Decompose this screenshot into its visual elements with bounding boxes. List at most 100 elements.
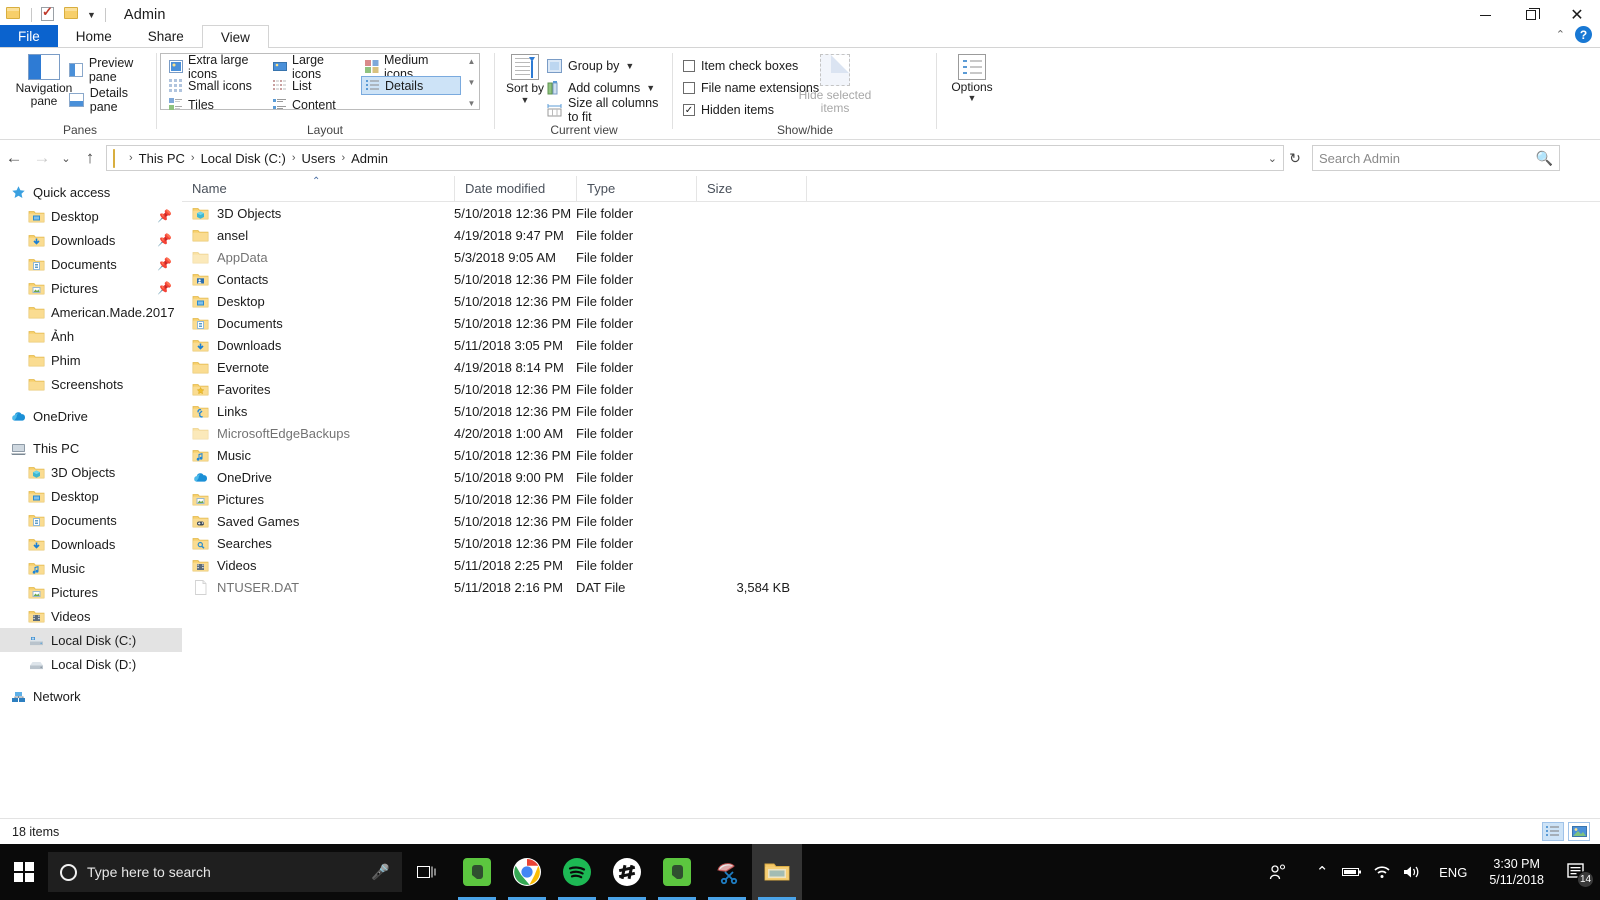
pin-icon[interactable]: 📌	[157, 257, 172, 271]
item-check-boxes-checkbox[interactable]: Item check boxes	[680, 56, 801, 76]
sidebar-item-desktop[interactable]: Desktop	[0, 484, 182, 508]
sidebar-item-videos[interactable]: Videos	[0, 604, 182, 628]
action-center-button[interactable]: 14	[1554, 844, 1600, 900]
tab-home[interactable]: Home	[58, 25, 130, 48]
tab-file[interactable]: File	[0, 25, 58, 48]
sidebar-item-screenshots[interactable]: Screenshots	[0, 372, 182, 396]
table-row[interactable]: Documents 5/10/2018 12:36 PM File folder	[182, 312, 1600, 334]
layout-tiles[interactable]: Tiles	[165, 95, 265, 114]
column-header-type[interactable]: Type	[576, 175, 696, 202]
search-icon[interactable]: 🔍	[1536, 150, 1553, 167]
sidebar-item-american-made-2017-m[interactable]: American.Made.2017.m	[0, 300, 182, 324]
layout-medium-icons[interactable]: Medium icons	[361, 53, 461, 81]
table-row[interactable]: MicrosoftEdgeBackups 4/20/2018 1:00 AM F…	[182, 422, 1600, 444]
battery-icon[interactable]	[1337, 844, 1367, 900]
table-row[interactable]: Links 5/10/2018 12:36 PM File folder	[182, 400, 1600, 422]
unity-hub-taskbar-icon[interactable]	[602, 844, 652, 900]
sort-by-button[interactable]: Sort by ▼	[502, 54, 548, 105]
breadcrumb-local-disk-c[interactable]: Local Disk (C:)	[196, 151, 291, 166]
column-header-name[interactable]: Name ⌃	[182, 176, 454, 202]
sidebar-item-phim[interactable]: Phim	[0, 348, 182, 372]
layout-content[interactable]: Content	[269, 95, 361, 114]
table-row[interactable]: Saved Games 5/10/2018 12:36 PM File fold…	[182, 510, 1600, 532]
table-row[interactable]: Searches 5/10/2018 12:36 PM File folder	[182, 532, 1600, 554]
sidebar-item-network[interactable]: Network	[0, 684, 182, 708]
sidebar-item-downloads[interactable]: Downloads	[0, 532, 182, 556]
gallery-scroll-down-icon[interactable]: ▼	[468, 78, 476, 87]
recent-locations-button[interactable]: ⌄	[56, 144, 76, 172]
sidebar-item-local-disk-c[interactable]: Local Disk (C:)	[0, 628, 182, 652]
preview-pane-button[interactable]: Preview pane	[66, 56, 156, 84]
details-view-button[interactable]	[1542, 822, 1564, 841]
wifi-icon[interactable]	[1367, 844, 1397, 900]
start-button[interactable]	[0, 844, 48, 900]
help-icon[interactable]: ?	[1575, 26, 1592, 43]
gallery-expand-icon[interactable]: ▼	[468, 99, 476, 108]
table-row[interactable]: 3D Objects 5/10/2018 12:36 PM File folde…	[182, 202, 1600, 224]
table-row[interactable]: Videos 5/11/2018 2:25 PM File folder	[182, 554, 1600, 576]
pin-icon[interactable]: 📌	[157, 233, 172, 247]
sidebar-item-nh[interactable]: Ảnh	[0, 324, 182, 348]
details-pane-button[interactable]: Details pane	[66, 86, 156, 114]
evernote-window-taskbar-icon[interactable]	[652, 844, 702, 900]
chrome-taskbar-icon[interactable]	[502, 844, 552, 900]
sidebar-item-music[interactable]: Music	[0, 556, 182, 580]
table-row[interactable]: NTUSER.DAT 5/11/2018 2:16 PM DAT File 3,…	[182, 576, 1600, 598]
task-view-button[interactable]	[402, 844, 452, 900]
search-box[interactable]: 🔍	[1312, 145, 1560, 171]
column-header-size[interactable]: Size	[696, 175, 806, 202]
table-row[interactable]: AppData 5/3/2018 9:05 AM File folder	[182, 246, 1600, 268]
layout-list[interactable]: List	[269, 76, 357, 95]
sidebar-item-3d-objects[interactable]: 3D Objects	[0, 460, 182, 484]
column-header-date-modified[interactable]: Date modified	[454, 175, 576, 202]
forward-button[interactable]: →	[28, 144, 56, 172]
table-row[interactable]: OneDrive 5/10/2018 9:00 PM File folder	[182, 466, 1600, 488]
microphone-icon[interactable]: 🎤	[371, 863, 390, 881]
show-hidden-icons-chevron[interactable]: ⌃	[1307, 844, 1337, 900]
people-icon[interactable]	[1263, 844, 1293, 900]
sidebar-item-downloads[interactable]: Downloads 📌	[0, 228, 182, 252]
collapse-ribbon-chevron-icon[interactable]: ⌃	[1556, 28, 1565, 41]
evernote-taskbar-icon[interactable]	[452, 844, 502, 900]
new-folder-icon[interactable]	[64, 7, 80, 23]
sidebar-item-documents[interactable]: Documents 📌	[0, 252, 182, 276]
large-icons-view-button[interactable]	[1568, 822, 1590, 841]
table-row[interactable]: Music 5/10/2018 12:36 PM File folder	[182, 444, 1600, 466]
up-button[interactable]: ↑	[76, 144, 104, 172]
breadcrumb-this-pc[interactable]: This PC	[134, 151, 190, 166]
pin-icon[interactable]: 📌	[157, 281, 172, 295]
table-row[interactable]: Pictures 5/10/2018 12:36 PM File folder	[182, 488, 1600, 510]
layout-extra-large-icons[interactable]: Extra large icons	[165, 53, 265, 81]
gallery-scroll-up-icon[interactable]: ▲	[468, 57, 476, 66]
table-row[interactable]: ansel 4/19/2018 9:47 PM File folder	[182, 224, 1600, 246]
gallery-scroll[interactable]: ▲ ▼ ▼	[465, 55, 478, 110]
sidebar-item-this-pc[interactable]: This PC	[0, 436, 182, 460]
taskbar-search-box[interactable]: Type here to search 🎤	[48, 852, 402, 892]
layout-details[interactable]: Details	[361, 76, 461, 95]
language-indicator[interactable]: ENG	[1427, 865, 1479, 880]
add-columns-button[interactable]: Add columns ▼	[544, 78, 658, 98]
hidden-items-checkbox[interactable]: ✓ Hidden items	[680, 100, 777, 120]
back-button[interactable]: ←	[0, 144, 28, 172]
customize-chevron-icon[interactable]: ▼	[87, 10, 96, 20]
search-input[interactable]	[1319, 150, 1536, 166]
group-by-button[interactable]: Group by ▼	[544, 56, 637, 76]
snipping-tool-taskbar-icon[interactable]	[702, 844, 752, 900]
layout-large-icons[interactable]: Large icons	[269, 53, 357, 81]
breadcrumb-users[interactable]: Users	[297, 151, 341, 166]
sidebar-item-pictures[interactable]: Pictures	[0, 580, 182, 604]
size-all-columns-button[interactable]: Size all columns to fit	[544, 96, 670, 124]
table-row[interactable]: Desktop 5/10/2018 12:36 PM File folder	[182, 290, 1600, 312]
file-explorer-taskbar-icon[interactable]	[752, 844, 802, 900]
sidebar-item-pictures[interactable]: Pictures 📌	[0, 276, 182, 300]
table-row[interactable]: Evernote 4/19/2018 8:14 PM File folder	[182, 356, 1600, 378]
table-row[interactable]: Downloads 5/11/2018 3:05 PM File folder	[182, 334, 1600, 356]
sidebar-item-desktop[interactable]: Desktop 📌	[0, 204, 182, 228]
tab-view[interactable]: View	[201, 25, 269, 48]
layout-small-icons[interactable]: Small icons	[165, 76, 265, 95]
table-row[interactable]: Favorites 5/10/2018 12:36 PM File folder	[182, 378, 1600, 400]
volume-icon[interactable]	[1397, 844, 1427, 900]
tab-share[interactable]: Share	[130, 25, 202, 48]
spotify-taskbar-icon[interactable]	[552, 844, 602, 900]
refresh-button[interactable]: ↻	[1284, 150, 1306, 167]
